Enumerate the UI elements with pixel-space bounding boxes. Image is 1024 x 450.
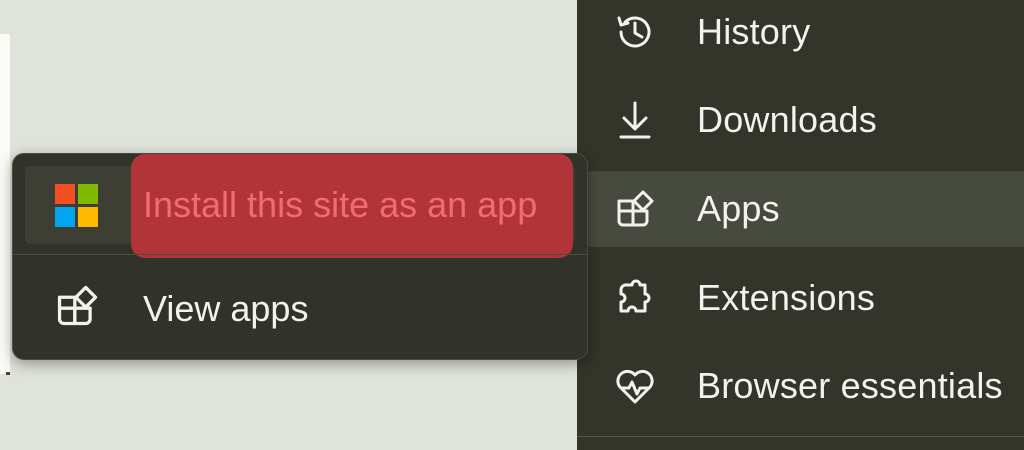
browser-essentials-icon	[613, 364, 657, 408]
menu-item-label: History	[697, 11, 811, 52]
menu-item-label: Downloads	[697, 99, 877, 140]
page-content-mark	[6, 372, 10, 375]
menu-divider	[577, 436, 1024, 437]
apps-icon	[613, 187, 657, 231]
menu-item-browser-essentials[interactable]: Browser essentials	[587, 348, 1024, 424]
extensions-icon	[613, 276, 657, 320]
download-icon	[613, 98, 657, 142]
menu-item-extensions[interactable]: Extensions	[587, 260, 1024, 336]
browser-settings-menu: History Downloads Apps Extensions Browse…	[577, 0, 1024, 450]
menu-item-label: Extensions	[697, 277, 876, 318]
apps-icon	[53, 282, 101, 330]
view-apps-item[interactable]: View apps	[25, 266, 575, 346]
install-site-as-app-item[interactable]: Install this site as an app	[25, 154, 575, 258]
microsoft-logo-icon	[55, 184, 99, 228]
page-content-edge	[0, 34, 10, 374]
history-icon	[613, 10, 657, 54]
menu-item-history[interactable]: History	[587, 0, 1024, 70]
menu-item-apps[interactable]: Apps	[587, 171, 1024, 247]
install-site-label: Install this site as an app	[143, 184, 538, 225]
menu-item-label: Apps	[697, 188, 780, 229]
menu-item-label: Browser essentials	[697, 365, 1003, 406]
menu-item-downloads[interactable]: Downloads	[587, 82, 1024, 158]
apps-submenu: Install this site as an app View apps	[12, 153, 588, 360]
browser-page: History Downloads Apps Extensions Browse…	[0, 0, 1024, 450]
view-apps-label: View apps	[143, 288, 309, 329]
submenu-divider	[13, 254, 587, 255]
